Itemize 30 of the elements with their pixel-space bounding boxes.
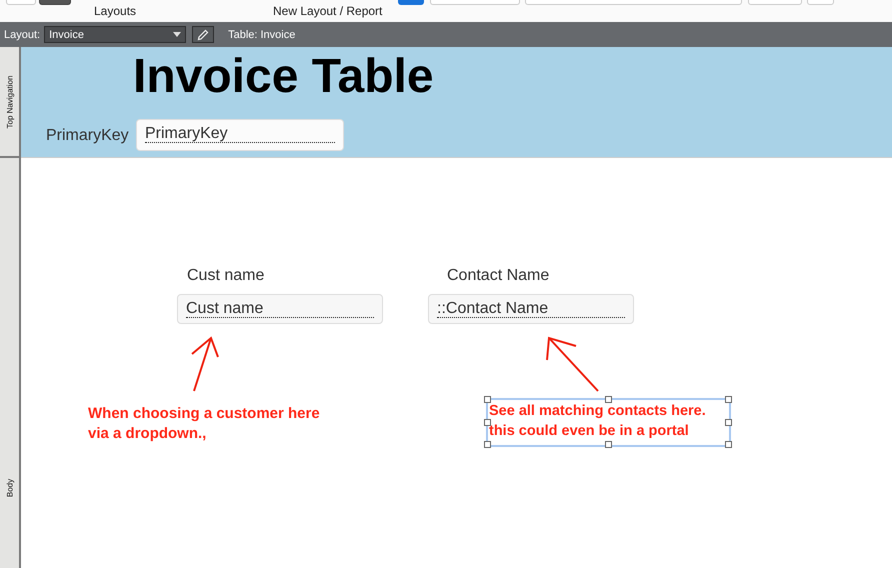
field-label: Cust name (187, 267, 264, 285)
annotation-text[interactable]: When choosing a customer here via a dropdown., (86, 402, 322, 446)
annotation-text[interactable]: See all matching contacts here. this could even be in a portal (488, 400, 729, 445)
part-label[interactable]: Top Navigation (0, 47, 19, 158)
toolbar-button[interactable] (398, 0, 424, 5)
arrow (191, 336, 219, 392)
toolbar-button[interactable] (39, 0, 71, 5)
toolbar-label: Layouts (94, 4, 136, 18)
resize-handle[interactable] (604, 441, 612, 448)
resize-handle[interactable] (604, 396, 612, 403)
input-field[interactable]: PrimaryKey (136, 119, 344, 151)
layout-label: Layout: (4, 28, 40, 40)
resize-handle[interactable] (484, 418, 491, 426)
resize-handle[interactable] (725, 396, 732, 403)
layout-dropdown[interactable]: Invoice (44, 26, 186, 43)
part-label[interactable]: Body (0, 158, 19, 568)
input-field[interactable]: Cust name (177, 294, 383, 324)
table-label: Table: Invoice (228, 28, 296, 40)
caret-icon (173, 32, 182, 37)
layout-title: Invoice Table (133, 49, 434, 104)
input-field[interactable]: ::Contact Name (428, 294, 634, 324)
pencil-icon (197, 28, 210, 40)
resize-handle[interactable] (725, 441, 732, 448)
toolbar-label: New Layout / Report (273, 4, 382, 18)
resize-handle[interactable] (725, 418, 732, 426)
edit-button[interactable] (192, 26, 214, 43)
field-label: PrimaryKey (46, 127, 129, 145)
resize-handle[interactable] (484, 441, 491, 448)
resize-handle[interactable] (484, 396, 491, 403)
field-label: Contact Name (447, 267, 550, 285)
